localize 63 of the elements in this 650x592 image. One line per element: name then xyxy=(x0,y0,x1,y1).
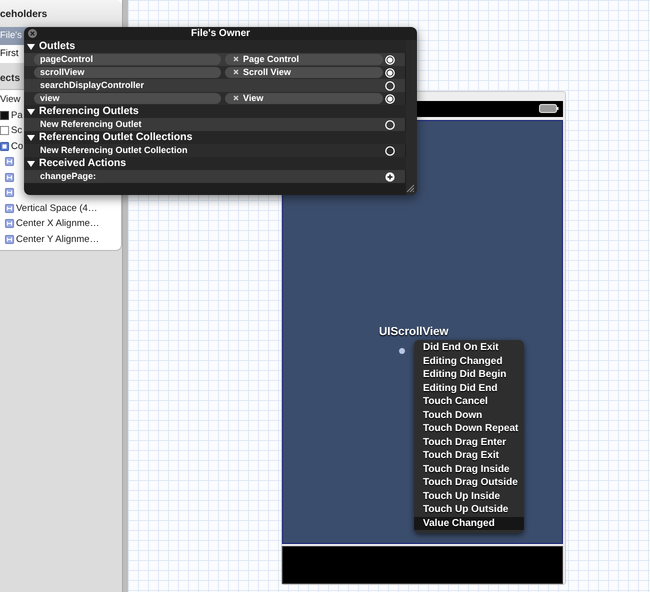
connection-circle-icon[interactable] xyxy=(385,146,395,156)
view-label: UIScrollView xyxy=(379,326,448,338)
connection-circle-icon[interactable] xyxy=(385,81,395,91)
disclosure-triangle-icon[interactable] xyxy=(27,108,35,116)
constraint-icon xyxy=(5,188,14,198)
disclosure-triangle-icon[interactable] xyxy=(27,134,35,142)
menu-item[interactable]: Touch Down xyxy=(414,408,524,422)
resize-grip-icon[interactable] xyxy=(406,184,414,192)
menu-item[interactable]: Touch Drag Outside xyxy=(414,476,524,490)
outline-item[interactable]: Co xyxy=(11,140,24,152)
outlet-name: changePage: xyxy=(39,171,96,182)
connection-target[interactable]: Scroll View xyxy=(225,67,383,78)
section-header: ects xyxy=(0,73,20,84)
menu-item[interactable]: Touch Up Outside xyxy=(414,503,524,516)
connection-circle-icon[interactable] xyxy=(385,120,395,130)
section-header: ceholders xyxy=(0,0,122,27)
outlet-name: New Referencing Outlet Collection xyxy=(39,145,188,156)
section-title: Received Actions xyxy=(39,157,126,170)
constraint-icon xyxy=(5,219,14,228)
menu-item[interactable]: Touch Drag Exit xyxy=(414,449,524,462)
connection-circle-icon[interactable] xyxy=(385,68,395,78)
constraint-icon xyxy=(5,157,14,166)
section-title: Outlets xyxy=(39,40,76,53)
outlet-name: view xyxy=(34,93,221,104)
menu-item[interactable]: Editing Changed xyxy=(414,354,524,368)
dark-icon xyxy=(0,110,9,120)
section-title: Referencing Outlet Collections xyxy=(39,131,192,144)
outline-item[interactable]: Pa xyxy=(11,110,23,121)
disclosure-triangle-icon[interactable] xyxy=(27,42,35,50)
outline-item[interactable]: Sc xyxy=(11,125,22,136)
section-title: Referencing Outlets xyxy=(39,105,139,118)
constraint-icon xyxy=(5,234,14,244)
remove-icon[interactable] xyxy=(233,56,239,62)
menu-item[interactable]: Touch Drag Inside xyxy=(414,462,524,476)
outline-item[interactable]: Vertical Space (4… xyxy=(16,202,98,214)
add-icon[interactable] xyxy=(385,172,395,182)
connection-target[interactable]: View xyxy=(225,93,383,104)
menu-item[interactable]: Editing Did Begin xyxy=(414,368,524,382)
connection-target[interactable]: Page Control xyxy=(225,54,383,65)
menu-item[interactable]: Touch Cancel xyxy=(414,395,524,408)
close-icon[interactable] xyxy=(28,29,37,38)
remove-icon[interactable] xyxy=(233,95,239,101)
outlet-name: scrollView xyxy=(34,67,221,78)
remove-icon[interactable] xyxy=(233,69,239,75)
outline-item[interactable]: Center Y Alignme… xyxy=(16,234,100,245)
disclosure-triangle-icon[interactable] xyxy=(27,160,35,168)
constraint-icon xyxy=(5,204,14,213)
battery-icon xyxy=(539,104,559,114)
menu-item[interactable]: Editing Did End xyxy=(414,382,524,395)
popup-title: File's Owner xyxy=(190,28,250,39)
outline-item[interactable]: Center X Alignme… xyxy=(16,218,100,230)
menu-item[interactable]: Touch Drag Enter xyxy=(414,436,524,449)
outlet-name: pageControl xyxy=(34,54,221,65)
menu-item[interactable]: Did End On Exit xyxy=(414,341,524,354)
outlet-name: searchDisplayController xyxy=(39,80,144,91)
connection-circle-icon[interactable] xyxy=(385,94,395,104)
menu-item[interactable]: Touch Down Repeat xyxy=(414,422,524,436)
menu-item[interactable]: Touch Up Inside xyxy=(414,490,524,503)
menu-item[interactable]: Value Changed xyxy=(414,516,524,530)
outline-item[interactable]: View xyxy=(0,94,20,106)
outlet-name: New Referencing Outlet xyxy=(39,119,142,130)
constraint-icon xyxy=(5,172,14,182)
connection-circle-icon[interactable] xyxy=(385,55,395,65)
